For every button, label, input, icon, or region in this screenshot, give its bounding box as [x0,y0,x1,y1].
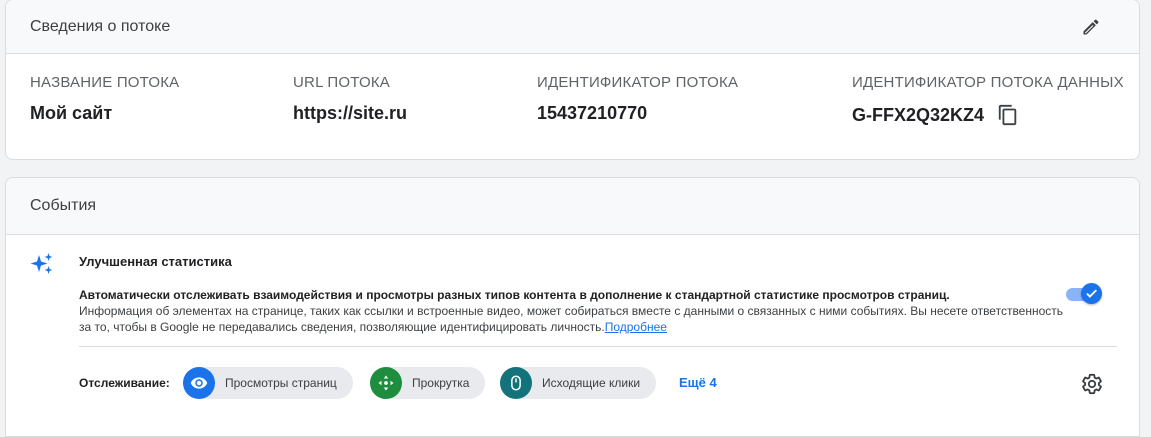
stream-id-label: ИДЕНТИФИКАТОР ПОТОКА [537,74,739,91]
events-title: События [30,197,97,214]
events-header: События [6,178,1139,235]
copy-measurement-id-button[interactable] [996,103,1020,127]
stream-fields: НАЗВАНИЕ ПОТОКА Мой сайт URL ПОТОКА http… [6,54,1139,159]
chip-icon-circle [500,367,532,399]
divider [79,346,1117,347]
stream-id-field: ИДЕНТИФИКАТОР ПОТОКА 15437210770 [537,74,738,124]
gear-icon [1082,373,1102,395]
toggle-knob [1081,283,1102,304]
scroll-arrows-icon [378,375,394,391]
enhanced-measurement-description: Автоматически отслеживать взаимодействия… [79,287,1064,335]
stream-details-title: Сведения о потоке [30,17,171,35]
chip-label: Исходящие клики [542,376,641,390]
tracking-label: Отслеживание: [79,376,170,390]
sparkle-icon [30,253,53,274]
chip-icon-circle [370,367,402,399]
measurement-id-field: ИДЕНТИФИКАТОР ПОТОКА ДАННЫХ G-FFX2Q32KZ4 [852,74,1124,127]
chip-scroll[interactable]: Прокрутка [370,367,486,399]
edit-stream-button[interactable] [1079,15,1103,39]
measurement-id-label: ИДЕНТИФИКАТОР ПОТОКА ДАННЫХ [852,74,1124,91]
pencil-icon [1083,19,1099,35]
check-icon [1086,289,1097,298]
stream-url-value: https://site.ru [293,103,408,123]
stream-details-header: Сведения о потоке [6,0,1139,54]
eye-icon [190,377,208,389]
chip-label: Прокрутка [412,376,470,390]
learn-more-link[interactable]: Подробнее [605,320,667,334]
more-events-link[interactable]: Ещё 4 [679,375,717,390]
chip-outbound-clicks[interactable]: Исходящие клики [500,367,657,399]
measurement-id-value: G-FFX2Q32KZ4 [852,104,985,125]
enhanced-measurement-details: Информация об элементах на странице, так… [79,304,1064,334]
stream-name-value: Мой сайт [30,103,113,123]
mouse-icon [511,375,521,391]
stream-url-label: URL ПОТОКА [293,74,390,91]
enhanced-measurement-title: Улучшенная статистика [79,254,232,269]
stream-details-card: Сведения о потоке НАЗВАНИЕ ПОТОКА Мой са… [5,0,1140,160]
stream-id-value: 15437210770 [537,103,648,123]
events-card: События Улучшенная статистика Автоматиче… [5,177,1140,437]
stream-name-label: НАЗВАНИЕ ПОТОКА [30,74,180,91]
chip-page-views[interactable]: Просмотры страниц [183,367,353,399]
chip-label: Просмотры страниц [225,376,337,390]
enhanced-measurement-summary: Автоматически отслеживать взаимодействия… [79,288,950,302]
chip-icon-circle [183,367,215,399]
enhanced-measurement-settings-button[interactable] [1080,372,1104,396]
measurement-id-row: G-FFX2Q32KZ4 [852,103,1124,127]
stream-url-field: URL ПОТОКА https://site.ru [293,74,407,124]
copy-icon [998,104,1017,126]
stream-name-field: НАЗВАНИЕ ПОТОКА Мой сайт [30,74,179,124]
enhanced-measurement-toggle[interactable] [1064,283,1104,305]
